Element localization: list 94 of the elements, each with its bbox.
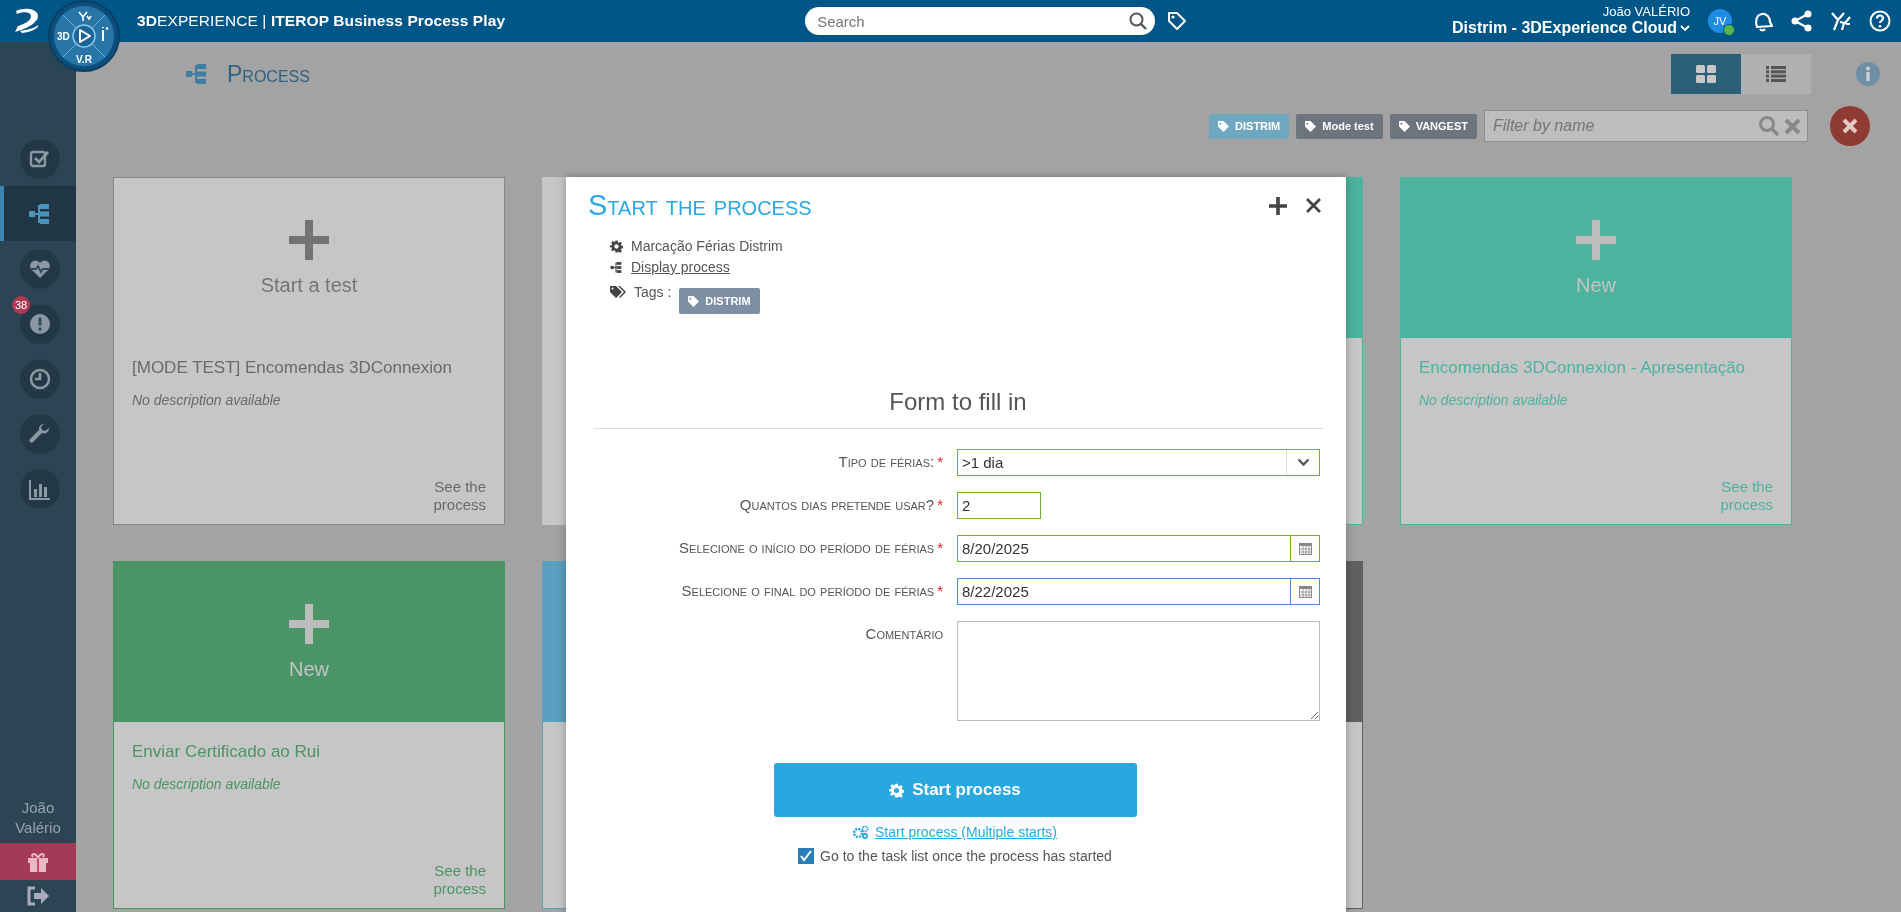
card-title: Enviar Certificado ao Rui xyxy=(132,742,322,762)
card-title: Encomendas 3DConnexion - Apresentação xyxy=(1419,358,1747,378)
app-title: 3DEXPERIENCE | ITEROP Business Process Play xyxy=(137,12,506,30)
required-mark: * xyxy=(937,453,943,470)
bell-icon[interactable] xyxy=(1752,10,1774,32)
tag-filter[interactable]: VANGEST xyxy=(1389,113,1477,139)
user-name: João Valério xyxy=(14,798,62,838)
required-mark: * xyxy=(937,496,943,513)
field-label: Selecione o final do período de férias xyxy=(681,582,935,599)
card-description: No description available xyxy=(132,776,282,792)
user-avatar[interactable]: JV xyxy=(1708,9,1732,33)
tag-icon xyxy=(1218,120,1230,132)
grid-icon xyxy=(1696,65,1716,83)
chevron-down-icon xyxy=(1680,24,1690,32)
calendar-icon xyxy=(1298,585,1312,598)
date-field[interactable]: 8/20/2025 xyxy=(957,535,1290,562)
checkbox-label: Go to the task list once the process has started xyxy=(820,848,1112,864)
field-label: Tipo de férias: xyxy=(838,453,935,470)
search-icon xyxy=(1758,115,1780,137)
wrench-icon xyxy=(28,421,52,446)
required-mark: * xyxy=(937,582,943,599)
required-mark: * xyxy=(937,539,943,556)
card-action: New xyxy=(289,657,329,681)
form-title: Form to fill in xyxy=(593,388,1323,429)
plus-icon xyxy=(1576,219,1616,260)
card-title: [MODE TEST] Encomendas 3DConnexion xyxy=(132,358,453,378)
card-header[interactable]: Start a test xyxy=(114,178,504,338)
start-process-button[interactable]: Start process xyxy=(773,763,1137,817)
close-button[interactable] xyxy=(1830,106,1870,146)
dropdown[interactable]: >1 dia xyxy=(957,449,1320,476)
number-field[interactable]: 2 xyxy=(957,492,1041,519)
clock-icon xyxy=(28,366,52,391)
card-action: New xyxy=(1576,273,1616,297)
tag-icon[interactable] xyxy=(1167,11,1188,31)
card-description: No description available xyxy=(132,392,282,408)
gear-icon xyxy=(889,782,905,798)
calendar-button[interactable] xyxy=(1290,578,1320,605)
tags-icon xyxy=(610,285,626,299)
tag-chip: DISTRIM xyxy=(679,288,760,314)
close-icon xyxy=(1842,118,1858,134)
filter-field[interactable]: Filter by name xyxy=(1484,110,1808,142)
grid-view-button[interactable] xyxy=(1671,54,1741,94)
display-process-link[interactable]: Display process xyxy=(631,259,730,275)
search-field[interactable]: Search xyxy=(805,7,1156,35)
field-label: Comentário xyxy=(865,625,943,642)
field-label: Quantos dias pretende usar? xyxy=(739,496,935,513)
share-icon[interactable] xyxy=(1791,10,1813,32)
calendar-button[interactable] xyxy=(1290,535,1320,562)
card-action: Start a test xyxy=(260,273,358,297)
tag-filter[interactable]: Mode test xyxy=(1296,113,1383,139)
list-view-button[interactable] xyxy=(1741,54,1811,94)
expand-button[interactable] xyxy=(1269,196,1287,215)
chevron-down-icon xyxy=(1296,458,1310,467)
logout-icon xyxy=(27,886,49,906)
tenant-selector[interactable]: Distrim - 3DExperience Cloud xyxy=(1452,19,1690,38)
count-badge: 38 xyxy=(12,296,30,314)
tags-label: Tags : xyxy=(634,284,672,300)
date-field[interactable]: 8/22/2025 xyxy=(957,578,1290,605)
gift-icon xyxy=(26,850,50,873)
sidebar-item[interactable]: 38 xyxy=(0,296,76,351)
checkbox[interactable] xyxy=(798,848,815,864)
calendar-icon xyxy=(1298,542,1312,555)
exclamation-icon xyxy=(28,311,52,336)
tag-icon xyxy=(1305,120,1317,132)
close-button[interactable] xyxy=(1305,196,1322,215)
search-icon xyxy=(1129,12,1148,30)
page-title: Process xyxy=(227,60,310,88)
list-icon xyxy=(1766,66,1786,82)
plus-icon xyxy=(1269,196,1287,215)
user-name: João VALÉRIO xyxy=(1601,4,1690,20)
hierarchy-icon xyxy=(28,201,52,226)
field-label: Selecione o início do período de férias xyxy=(679,539,935,556)
hierarchy-icon xyxy=(610,260,623,274)
tag-icon xyxy=(1398,120,1410,132)
sidebar-item[interactable] xyxy=(0,186,76,241)
tag-icon xyxy=(688,295,700,307)
gear-icon xyxy=(610,239,623,253)
plus-icon xyxy=(289,603,329,644)
checkmark-icon xyxy=(800,850,813,862)
process-name: Marcação Férias Distrim xyxy=(631,238,783,254)
comment-field[interactable] xyxy=(957,621,1320,721)
dialog-title: Start the process xyxy=(588,189,812,222)
close-icon xyxy=(1784,118,1801,135)
info-icon[interactable] xyxy=(1856,62,1880,86)
hierarchy-icon xyxy=(185,62,209,86)
close-icon xyxy=(1305,196,1322,214)
gift-button[interactable] xyxy=(0,843,76,880)
gears-icon xyxy=(852,825,869,839)
multiple-starts-link[interactable]: Start process (Multiple starts) xyxy=(874,824,1058,840)
tag-filter[interactable]: DISTRIM xyxy=(1209,113,1290,139)
plus-icon xyxy=(289,219,329,260)
see-process-link[interactable]: See the process xyxy=(422,478,486,514)
card-description: No description available xyxy=(1419,392,1569,408)
help-icon[interactable] xyxy=(1869,10,1891,32)
